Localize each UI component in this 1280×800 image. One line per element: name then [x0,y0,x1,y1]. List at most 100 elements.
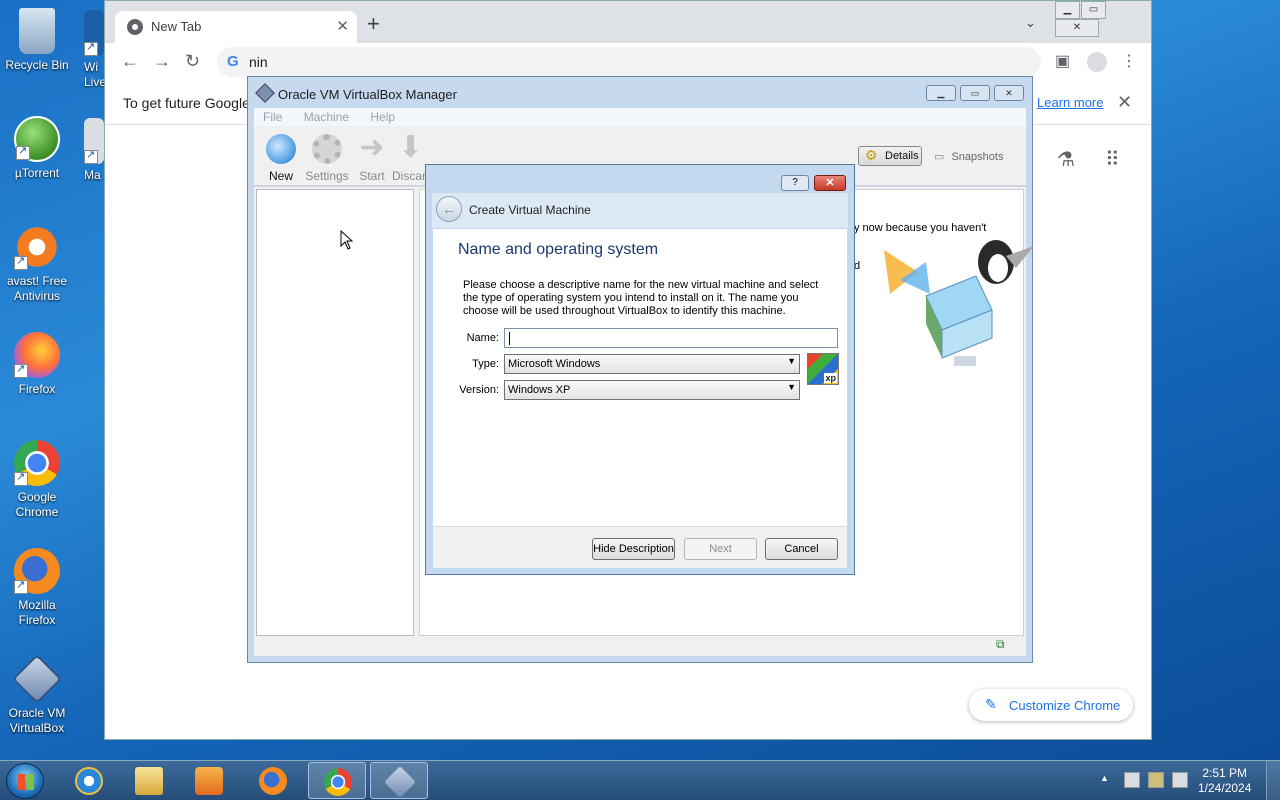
taskbar-explorer[interactable] [120,762,178,799]
back-arrow-icon[interactable]: ← [436,196,462,222]
hide-description-button[interactable]: Hide Description [592,538,675,560]
show-desktop-button[interactable] [1266,761,1280,800]
google-icon: G [227,53,239,70]
tab-close-icon[interactable]: ✕ [336,17,349,35]
shortcut-icon [14,470,28,486]
start-button[interactable]: ➜ Start [347,131,397,184]
chrome-icon [14,440,60,486]
desktop-icon-label: Ma [84,168,101,182]
avast-icon [14,224,60,270]
desktop-icon-partial-live[interactable]: Wi Live [84,10,104,90]
desktop-icon-firefox[interactable]: Firefox [0,332,74,397]
menu-dots-icon[interactable]: ⋮ [1121,51,1137,71]
tab-search-chevron-icon[interactable]: ⌄ [1025,15,1036,31]
back-icon[interactable]: ← [121,51,139,72]
clock[interactable]: 2:51 PM 1/24/2024 [1198,766,1251,796]
version-label: Version: [459,384,499,396]
desktop-icon-label: avast! Free Antivirus [6,274,68,303]
details-label: Details [885,150,919,162]
firefox-icon [259,767,287,795]
vbm-close-button[interactable]: ✕ [994,85,1024,101]
mozilla-firefox-icon [14,548,60,594]
name-field[interactable] [504,328,838,348]
shortcut-icon [84,148,98,164]
maximize-button[interactable]: ▭ [1081,1,1106,19]
taskbar-internet-explorer[interactable] [60,762,118,799]
learn-more-link[interactable]: Learn more [1037,95,1103,110]
taskbar-firefox[interactable] [244,762,302,799]
vbm-titlebar: Oracle VM VirtualBox Manager ▁ ▭ ✕ [248,77,1032,107]
chrome-icon [324,768,352,796]
network-icon[interactable] [1148,772,1164,788]
internet-explorer-icon [75,767,103,795]
windows-xp-os-icon: xp [807,353,839,385]
clock-time: 2:51 PM [1202,766,1248,780]
details-button[interactable]: Details [858,146,922,166]
taskbar-virtualbox[interactable] [370,762,428,799]
forward-icon[interactable]: → [153,51,171,72]
action-center-flag-icon[interactable] [1124,772,1140,788]
desktop-icon-mozilla-firefox[interactable]: Mozilla Firefox [0,548,74,628]
tool-label: New [268,169,293,183]
start-arrow-icon: ➜ [359,131,385,164]
help-button[interactable]: ? [781,175,809,191]
vm-list[interactable] [256,189,414,636]
menu-help[interactable]: Help [370,110,395,124]
address-bar[interactable]: G nin [217,47,1041,77]
type-select[interactable]: Microsoft Windows ▼ [504,354,800,374]
customize-chrome-button[interactable]: ✎ Customize Chrome [969,689,1133,721]
chevron-down-icon: ▼ [787,382,796,392]
side-panel-icon[interactable]: ▣ [1055,51,1070,71]
vbm-minimize-button[interactable]: ▁ [926,85,956,101]
desktop-icon-utorrent[interactable]: µTorrent [0,116,74,181]
page-description: Please choose a descriptive name for the… [463,279,819,317]
menu-file[interactable]: File [263,110,282,124]
dialog-header: ← Create Virtual Machine [432,193,848,228]
volume-muted-icon[interactable] [1172,772,1188,788]
profile-avatar-icon[interactable] [1087,52,1107,72]
tray-expand-icon[interactable]: ▲ [1100,773,1109,783]
desktop-icon-label: Google Chrome [15,490,59,519]
labs-flask-icon[interactable]: ⚗ [1057,147,1075,172]
next-button[interactable]: Next [684,538,757,560]
desktop-icon-label: Recycle Bin [5,58,69,72]
desktop-icon-label: Oracle VM VirtualBox [8,706,66,735]
version-select[interactable]: Windows XP ▼ [504,380,800,400]
vbm-maximize-button[interactable]: ▭ [960,85,990,101]
desktop-icon-virtualbox[interactable]: Oracle VM VirtualBox [0,654,74,736]
new-tab-button[interactable]: + [367,13,380,35]
firefox-icon [14,332,60,378]
apps-grid-icon[interactable]: ⠿ [1105,147,1120,172]
new-vm-button[interactable]: New [256,134,306,183]
mouse-cursor-icon [340,230,354,250]
taskbar-chrome[interactable] [308,762,366,799]
status-network-icon: ⧉ [996,637,1005,651]
dialog-close-button[interactable]: ✕ [814,175,846,191]
infobar-text: To get future Google ( [123,95,259,111]
menu-machine[interactable]: Machine [304,110,349,124]
chrome-tab-strip: New Tab ✕ + ⌄ ▁ ▭✕ [105,1,1151,43]
dialog-content: Name and operating system Please choose … [433,229,847,526]
cancel-button[interactable]: Cancel [765,538,838,560]
chrome-favicon-icon [127,19,143,35]
snapshots-button[interactable]: Snapshots [934,150,1003,163]
tab-new-tab[interactable]: New Tab ✕ [115,11,357,43]
shortcut-icon [84,40,98,56]
media-player-icon [195,767,223,795]
minimize-button[interactable]: ▁ [1055,1,1080,19]
reload-icon[interactable]: ↻ [185,51,200,72]
taskbar-media-player[interactable] [180,762,238,799]
desktop-icon-google-chrome[interactable]: Google Chrome [0,440,74,520]
version-value: Windows XP [508,384,571,396]
settings-button[interactable]: Settings [302,134,352,183]
desktop-icon-partial-ma[interactable]: Ma [84,118,104,183]
start-button[interactable] [6,763,44,799]
infobar-close-icon[interactable]: ✕ [1117,92,1132,113]
close-button[interactable]: ✕ [1055,19,1099,37]
desktop-icon-recycle-bin[interactable]: Recycle Bin [0,8,74,73]
create-vm-dialog: ? ✕ ← Create Virtual Machine Name and op… [425,164,855,575]
virtualbox-mascot-illustration [884,240,1034,366]
desktop-icon-avast[interactable]: avast! Free Antivirus [0,224,74,304]
utorrent-icon [14,116,60,162]
type-value: Microsoft Windows [508,358,601,370]
